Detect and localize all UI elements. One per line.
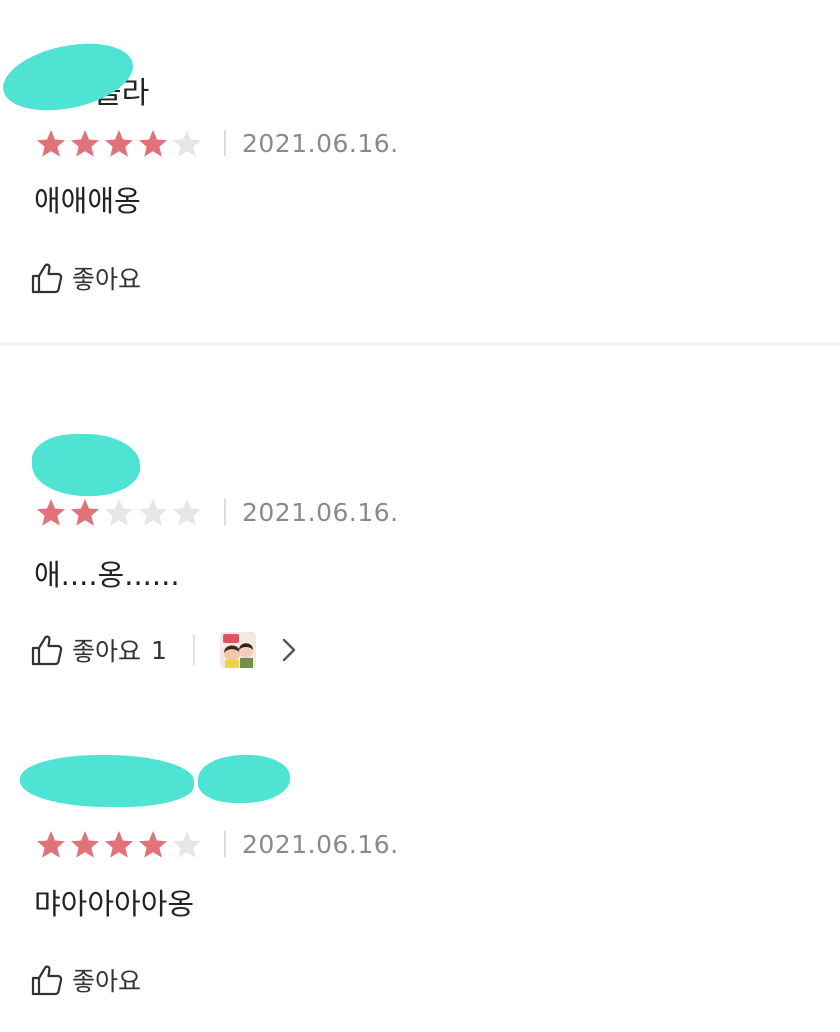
section-divider <box>0 343 840 345</box>
star-empty-icon <box>173 831 201 858</box>
redaction-mark <box>20 755 194 807</box>
meta-divider <box>224 499 226 525</box>
review-meta: 2021.06.16. <box>34 829 399 859</box>
star-empty-icon <box>105 499 133 526</box>
star-filled-icon <box>71 499 99 526</box>
review-item-1: 을라 2021.06.16. 애애애옹 좋아요 <box>0 0 840 345</box>
meta-divider <box>224 130 226 156</box>
review-actions: 좋아요 <box>30 258 141 298</box>
review-actions: 좋아요 1 <box>30 630 299 670</box>
star-filled-icon <box>37 831 65 858</box>
star-rating <box>34 829 204 859</box>
review-text: 애....옹...... <box>34 558 180 592</box>
like-button-label[interactable]: 좋아요 <box>72 260 141 296</box>
sticker-thumbnail[interactable] <box>219 631 257 669</box>
star-filled-icon <box>139 130 167 157</box>
review-text: 먀아아아아옹 <box>34 887 195 921</box>
thumbs-up-icon[interactable] <box>30 261 64 295</box>
star-filled-icon <box>71 130 99 157</box>
review-date: 2021.06.16. <box>242 128 399 158</box>
star-rating <box>34 128 204 158</box>
star-empty-icon <box>139 499 167 526</box>
star-filled-icon <box>105 831 133 858</box>
review-text: 애애애옹 <box>34 184 141 218</box>
review-date: 2021.06.16. <box>242 829 399 859</box>
like-count: 1 <box>151 635 167 665</box>
thumbs-up-icon[interactable] <box>30 633 64 667</box>
review-item-3: 2021.06.16. 먀아아아아옹 좋아요 <box>0 735 840 1032</box>
star-filled-icon <box>105 130 133 157</box>
meta-divider <box>224 831 226 857</box>
review-actions: 좋아요 <box>30 960 141 1000</box>
review-date: 2021.06.16. <box>242 497 399 527</box>
star-empty-icon <box>173 499 201 526</box>
review-meta: 2021.06.16. <box>34 497 399 527</box>
star-filled-icon <box>37 499 65 526</box>
star-filled-icon <box>139 831 167 858</box>
thumbs-up-icon[interactable] <box>30 963 64 997</box>
like-button-label[interactable]: 좋아요 <box>72 962 141 998</box>
like-button-label[interactable]: 좋아요 <box>72 632 141 668</box>
actions-divider <box>192 635 195 665</box>
star-filled-icon <box>71 831 99 858</box>
star-rating <box>34 497 204 527</box>
redaction-mark <box>198 755 290 803</box>
chevron-right-icon[interactable] <box>279 635 299 665</box>
star-filled-icon <box>37 130 65 157</box>
star-empty-icon <box>173 130 201 157</box>
review-meta: 2021.06.16. <box>34 128 399 158</box>
redaction-mark <box>32 434 140 496</box>
review-item-2: 2021.06.16. 애....옹...... 좋아요 1 <box>0 410 840 710</box>
